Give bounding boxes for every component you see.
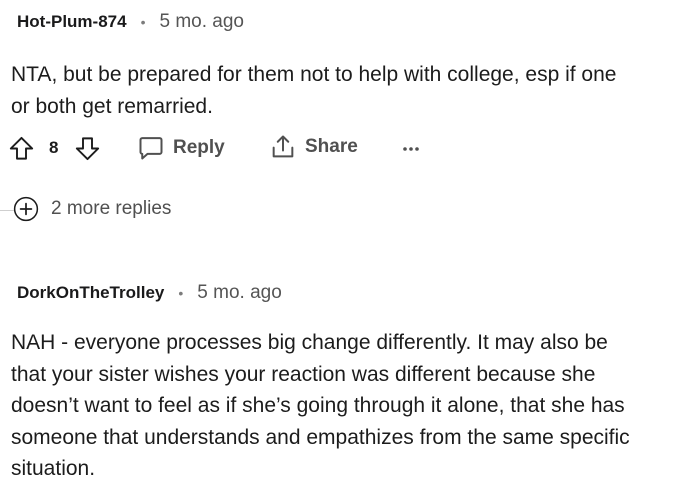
meta-separator: • <box>140 14 146 30</box>
upvote-button[interactable] <box>8 135 35 162</box>
plus-circle-icon <box>13 196 39 222</box>
comment-body: NAH - everyone processes big change diff… <box>11 327 695 485</box>
comment-meta: Hot-Plum-874 • 5 mo. ago <box>17 10 244 34</box>
reply-label: Reply <box>173 137 225 158</box>
comment-timestamp[interactable]: 5 mo. ago <box>197 282 282 304</box>
downvote-button[interactable] <box>74 135 101 162</box>
thread-connector-line <box>0 210 14 211</box>
comment-author[interactable]: Hot-Plum-874 <box>17 12 127 32</box>
meta-separator: • <box>178 285 184 301</box>
share-label: Share <box>305 136 358 157</box>
comment-meta: DorkOnTheTrolley • 5 mo. ago <box>17 281 282 305</box>
comment-body: NTA, but be prepared for them not to hel… <box>11 59 695 122</box>
comment-body-line: NAH - everyone processes big change diff… <box>11 331 608 354</box>
comment-body-line: situation. <box>11 457 96 480</box>
more-horizontal-icon <box>403 147 419 151</box>
more-replies-label: 2 more replies <box>51 198 172 219</box>
more-options-button[interactable] <box>400 141 422 157</box>
comment-body-line: that your sister wishes your reaction wa… <box>11 362 596 386</box>
more-replies-button[interactable]: 2 more replies <box>13 196 171 222</box>
comment-action-bar: 8 Reply Share <box>8 133 448 165</box>
speech-bubble-icon <box>139 137 163 160</box>
share-upload-icon <box>272 135 294 158</box>
arrow-up-outline-icon <box>9 136 34 160</box>
comment-timestamp[interactable]: 5 mo. ago <box>159 11 244 33</box>
comment-body-line: someone that understands and empathizes … <box>11 425 630 449</box>
comment-body-line: NTA, but be prepared for them not to hel… <box>11 63 617 86</box>
comment-body-line: or both get remarried. <box>11 94 213 118</box>
comment-author[interactable]: DorkOnTheTrolley <box>17 283 164 303</box>
arrow-down-outline-icon <box>75 137 100 161</box>
vote-score: 8 <box>49 138 59 157</box>
comment-body-line: doesn’t want to feel as if she’s going t… <box>11 394 625 417</box>
reply-button[interactable]: Reply <box>137 134 225 162</box>
share-button[interactable]: Share <box>269 133 358 161</box>
